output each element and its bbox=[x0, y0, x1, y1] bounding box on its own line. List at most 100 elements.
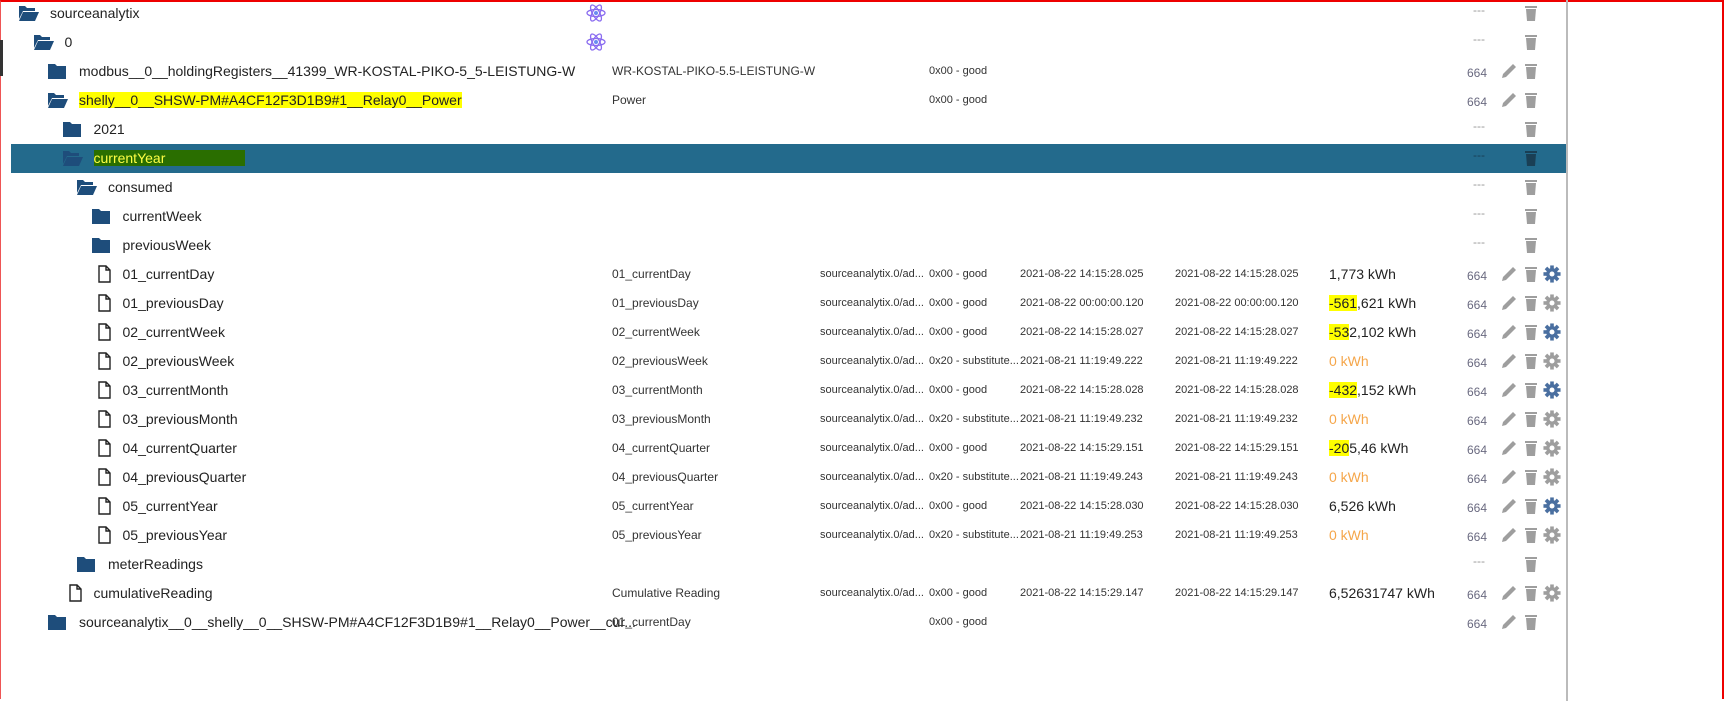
settings-gear-icon[interactable] bbox=[1543, 265, 1561, 283]
delete-trash-icon[interactable] bbox=[1522, 62, 1540, 80]
tree-row[interactable]: 0 --- bbox=[11, 28, 1566, 57]
file-icon[interactable] bbox=[94, 526, 114, 544]
delete-trash-icon[interactable] bbox=[1522, 468, 1540, 486]
folder-icon[interactable] bbox=[62, 120, 82, 138]
delete-trash-icon[interactable] bbox=[1522, 584, 1540, 602]
edit-pencil-icon[interactable] bbox=[1500, 526, 1518, 544]
settings-gear-icon[interactable] bbox=[1543, 468, 1561, 486]
folder-open-icon[interactable] bbox=[18, 4, 39, 22]
file-icon[interactable] bbox=[94, 265, 114, 283]
file-icon[interactable] bbox=[94, 294, 114, 312]
scrollbar[interactable] bbox=[1566, 0, 1568, 701]
delete-trash-icon[interactable] bbox=[1522, 149, 1540, 167]
tree-row[interactable]: 05_previousYear 05_previousYear sourceanal… bbox=[11, 521, 1566, 550]
delete-trash-icon[interactable] bbox=[1522, 526, 1540, 544]
edit-pencil-icon[interactable] bbox=[1500, 381, 1518, 399]
edit-pencil-icon[interactable] bbox=[1500, 323, 1518, 341]
delete-trash-icon[interactable] bbox=[1522, 439, 1540, 457]
folder-icon[interactable] bbox=[47, 613, 67, 631]
settings-gear-icon[interactable] bbox=[1543, 584, 1561, 602]
delete-trash-icon[interactable] bbox=[1522, 352, 1540, 370]
settings-gear-icon[interactable] bbox=[1543, 439, 1561, 457]
edit-pencil-icon[interactable] bbox=[1500, 294, 1518, 312]
tree-row[interactable]: meterReadings --- bbox=[11, 550, 1566, 579]
edit-pencil-icon[interactable] bbox=[1500, 352, 1518, 370]
delete-trash-icon[interactable] bbox=[1522, 381, 1540, 399]
file-icon[interactable] bbox=[65, 584, 85, 602]
tree-row[interactable]: shelly__0__SHSW-PM#A4CF12F3D1B9#1__Relay… bbox=[11, 86, 1566, 115]
delete-trash-icon[interactable] bbox=[1522, 555, 1540, 573]
tree-row[interactable]: currentYear --- bbox=[11, 144, 1566, 173]
tree-row[interactable]: currentWeek --- bbox=[11, 202, 1566, 231]
tree-row[interactable]: sourceanalytix --- bbox=[11, 0, 1566, 28]
tree-row[interactable]: 02_previousWeek 02_previousWeek sourceanal… bbox=[11, 347, 1566, 376]
delete-trash-icon[interactable] bbox=[1522, 497, 1540, 515]
object-value[interactable]: 6,526 kWh bbox=[1329, 492, 1396, 521]
delete-trash-icon[interactable] bbox=[1522, 323, 1540, 341]
object-value[interactable]: 0 kWh bbox=[1329, 347, 1369, 376]
tree-row[interactable]: 2021 --- bbox=[11, 115, 1566, 144]
edit-pencil-icon[interactable] bbox=[1500, 410, 1518, 428]
file-icon[interactable] bbox=[94, 381, 114, 399]
folder-icon[interactable] bbox=[91, 207, 111, 225]
delete-trash-icon[interactable] bbox=[1522, 120, 1540, 138]
delete-trash-icon[interactable] bbox=[1522, 613, 1540, 631]
tree-row[interactable]: sourceanalytix__0__shelly__0__SHSW-PM#A4… bbox=[11, 608, 1566, 637]
edit-pencil-icon[interactable] bbox=[1500, 265, 1518, 283]
tree-row[interactable]: 03_previousMonth 03_previousMonth sourcean… bbox=[11, 405, 1566, 434]
edit-pencil-icon[interactable] bbox=[1500, 584, 1518, 602]
object-value[interactable]: -205,46 kWh bbox=[1329, 434, 1408, 463]
file-icon[interactable] bbox=[94, 439, 114, 457]
delete-trash-icon[interactable] bbox=[1522, 178, 1540, 196]
tree-row[interactable]: consumed --- bbox=[11, 173, 1566, 202]
file-icon[interactable] bbox=[94, 410, 114, 428]
folder-icon[interactable] bbox=[91, 236, 111, 254]
edit-pencil-icon[interactable] bbox=[1500, 91, 1518, 109]
settings-gear-icon[interactable] bbox=[1543, 526, 1561, 544]
settings-gear-icon[interactable] bbox=[1543, 497, 1561, 515]
folder-open-icon[interactable] bbox=[76, 178, 97, 196]
tree-row[interactable]: 03_currentMonth 03_currentMonth sourceanal… bbox=[11, 376, 1566, 405]
delete-trash-icon[interactable] bbox=[1522, 265, 1540, 283]
folder-icon[interactable] bbox=[47, 62, 67, 80]
tree-row[interactable]: 01_previousDay 01_previousDay sourceanalyt… bbox=[11, 289, 1566, 318]
folder-open-icon[interactable] bbox=[33, 33, 54, 51]
delete-trash-icon[interactable] bbox=[1522, 410, 1540, 428]
settings-gear-icon[interactable] bbox=[1543, 323, 1561, 341]
object-value[interactable]: -532,102 kWh bbox=[1329, 318, 1416, 347]
folder-open-icon[interactable] bbox=[62, 149, 83, 167]
tree-row[interactable]: 01_currentDay 01_currentDay sourceanalytix… bbox=[11, 260, 1566, 289]
delete-trash-icon[interactable] bbox=[1522, 4, 1540, 22]
edit-pencil-icon[interactable] bbox=[1500, 62, 1518, 80]
edit-pencil-icon[interactable] bbox=[1500, 468, 1518, 486]
tree-row[interactable]: 04_previousQuarter 04_previousQuarter sour… bbox=[11, 463, 1566, 492]
tree-row[interactable]: 05_currentYear 05_currentYear sourceanalyt… bbox=[11, 492, 1566, 521]
delete-trash-icon[interactable] bbox=[1522, 91, 1540, 109]
edit-pencil-icon[interactable] bbox=[1500, 439, 1518, 457]
object-value[interactable]: 0 kWh bbox=[1329, 521, 1369, 550]
tree-row[interactable]: cumulativeReading Cumulative Reading sourc… bbox=[11, 579, 1566, 608]
delete-trash-icon[interactable] bbox=[1522, 207, 1540, 225]
edit-pencil-icon[interactable] bbox=[1500, 497, 1518, 515]
delete-trash-icon[interactable] bbox=[1522, 33, 1540, 51]
delete-trash-icon[interactable] bbox=[1522, 294, 1540, 312]
file-icon[interactable] bbox=[94, 323, 114, 341]
settings-gear-icon[interactable] bbox=[1543, 381, 1561, 399]
edit-pencil-icon[interactable] bbox=[1500, 613, 1518, 631]
folder-open-icon[interactable] bbox=[47, 91, 68, 109]
object-value[interactable]: 0 kWh bbox=[1329, 405, 1369, 434]
tree-row[interactable]: 02_currentWeek 02_currentWeek sourceanalyt… bbox=[11, 318, 1566, 347]
tree-row[interactable]: previousWeek --- bbox=[11, 231, 1566, 260]
object-value[interactable]: -432,152 kWh bbox=[1329, 376, 1416, 405]
object-value[interactable]: 1,773 kWh bbox=[1329, 260, 1396, 289]
folder-icon[interactable] bbox=[76, 555, 96, 573]
settings-gear-icon[interactable] bbox=[1543, 352, 1561, 370]
file-icon[interactable] bbox=[94, 497, 114, 515]
settings-gear-icon[interactable] bbox=[1543, 410, 1561, 428]
tree-row[interactable]: modbus__0__holdingRegisters__41399_WR-KO… bbox=[11, 57, 1566, 86]
file-icon[interactable] bbox=[94, 352, 114, 370]
delete-trash-icon[interactable] bbox=[1522, 236, 1540, 254]
object-value[interactable]: 0 kWh bbox=[1329, 463, 1369, 492]
settings-gear-icon[interactable] bbox=[1543, 294, 1561, 312]
object-value[interactable]: -561,621 kWh bbox=[1329, 289, 1416, 318]
